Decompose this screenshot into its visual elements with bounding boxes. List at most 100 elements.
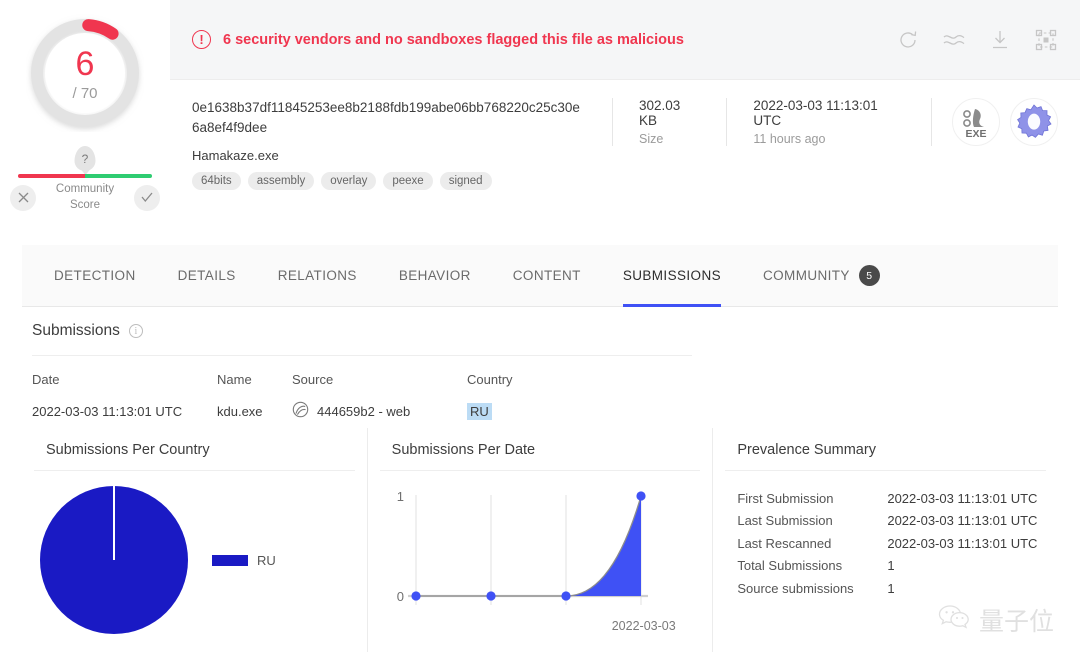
tab-submissions[interactable]: SUBMISSIONS	[622, 245, 722, 307]
file-tag[interactable]: assembly	[247, 171, 315, 190]
pie-chart-title: Submissions Per Country	[46, 442, 210, 458]
tab-detection[interactable]: DETECTION	[54, 245, 136, 307]
country-value: RU	[467, 402, 492, 420]
x-tick-label: 2022-03-03	[611, 619, 676, 633]
file-tag[interactable]: peexe	[383, 171, 433, 190]
file-size-col: 302.03 KB Size	[639, 98, 726, 146]
pie-legend: RU	[212, 553, 276, 568]
file-date-value: 2022-03-03 11:13:01 UTC	[753, 98, 878, 128]
file-tag[interactable]: 64bits	[192, 171, 241, 190]
similar-icon[interactable]	[942, 28, 966, 52]
virustotal-file-report: 6 / 70 ? Community Score ! 6 security ve…	[0, 0, 1080, 652]
submissions-table: Date Name Source Country 2022-03-03 11:1…	[32, 355, 692, 424]
detection-total: / 70	[72, 84, 98, 102]
source-globe-icon	[292, 401, 309, 421]
community-count-badge: 5	[858, 265, 880, 286]
prevalence-value: 2022-03-03 11:13:01 UTC	[887, 490, 1038, 506]
exclamation-circle-icon: !	[192, 30, 211, 49]
list-item: First Submission 2022-03-03 11:13:01 UTC	[737, 487, 1046, 510]
submissions-section-title: Submissions i	[32, 322, 143, 340]
file-tag-list: 64bits assembly overlay peexe signed	[192, 171, 584, 190]
legend-label-ru: RU	[257, 552, 276, 568]
column-header-name: Name	[217, 371, 252, 387]
exe-file-icon: EXE	[952, 98, 1000, 146]
prevalence-key: Total Submissions	[737, 558, 843, 574]
svg-text:EXE: EXE	[965, 128, 986, 140]
tab-community[interactable]: COMMUNITY 5	[763, 245, 880, 307]
tab-details[interactable]: DETAILS	[178, 245, 236, 307]
prevalence-value: 1	[887, 580, 895, 596]
detection-count: 6	[75, 44, 95, 83]
tab-content[interactable]: CONTENT	[513, 245, 581, 307]
list-item: Source submissions 1	[737, 577, 1046, 600]
community-score-bar-positive	[85, 174, 152, 178]
table-header-row: Date Name Source Country	[32, 366, 692, 392]
cell-date: 2022-03-03 11:13:01 UTC	[32, 403, 183, 419]
check-icon[interactable]	[134, 184, 160, 211]
y-tick-1: 1	[396, 489, 403, 504]
list-item: Last Rescanned 2022-03-03 11:13:01 UTC	[737, 532, 1046, 555]
file-detail-pane: ! 6 security vendors and no sandboxes fl…	[170, 0, 1080, 228]
report-tab-bar: DETECTION DETAILS RELATIONS BEHAVIOR CON…	[22, 245, 1058, 307]
file-identity-block: 0e1638b37df11845253ee8b2188fdb199abe06bb…	[192, 98, 584, 190]
prevalence-value: 2022-03-03 11:13:01 UTC	[887, 535, 1038, 551]
file-info-row: 0e1638b37df11845253ee8b2188fdb199abe06bb…	[170, 80, 1080, 228]
area-chart: 1 0 2022-03-03	[386, 479, 676, 639]
charts-row: Submissions Per Country RU Submissions P…	[22, 428, 1058, 652]
cell-country: RU	[467, 402, 587, 420]
tab-behavior[interactable]: BEHAVIOR	[399, 245, 471, 307]
prevalence-table: First Submission 2022-03-03 11:13:01 UTC…	[725, 487, 1046, 600]
file-tag[interactable]: overlay	[321, 171, 377, 190]
community-score-bar	[18, 174, 152, 178]
prevalence-key: First Submission	[737, 490, 834, 506]
graph-icon[interactable]	[1034, 28, 1058, 52]
cell-source: 444659b2 - web	[292, 401, 467, 421]
divider	[725, 470, 1047, 471]
alert-action-group	[896, 28, 1058, 52]
area-chart-title: Submissions Per Date	[391, 442, 536, 458]
file-name: Hamakaze.exe	[192, 147, 279, 163]
file-meta-block: 302.03 KB Size 2022-03-03 11:13:01 UTC 1…	[612, 98, 931, 146]
close-icon[interactable]	[10, 184, 36, 211]
tab-relations[interactable]: RELATIONS	[278, 245, 357, 307]
pie-chart-body: RU	[34, 471, 355, 641]
submissions-per-date-panel: Submissions Per Date 1 0 2022-03-03	[366, 428, 713, 652]
alert-message: 6 security vendors and no sandboxes flag…	[223, 31, 684, 48]
y-tick-0: 0	[396, 589, 403, 604]
prevalence-value: 1	[887, 558, 895, 574]
table-row: 2022-03-03 11:13:01 UTC kdu.exe 444659b2…	[32, 398, 692, 424]
cell-name: kdu.exe	[217, 403, 263, 419]
detection-score-pane: 6 / 70 ? Community Score	[0, 0, 170, 228]
file-date-relative: 11 hours ago	[753, 132, 826, 146]
column-header-country: Country	[467, 371, 513, 387]
list-item: Total Submissions 1	[737, 555, 1046, 578]
area-chart-body: 1 0 2022-03-03	[380, 471, 701, 639]
file-date-col: 2022-03-03 11:13:01 UTC 11 hours ago	[726, 98, 931, 146]
file-hash: 0e1638b37df11845253ee8b2188fdb199abe06bb…	[192, 100, 580, 136]
column-header-source: Source	[292, 371, 334, 387]
community-score-bar-negative	[18, 174, 85, 178]
file-size-label: Size	[639, 132, 664, 146]
submissions-per-country-panel: Submissions Per Country RU	[22, 428, 367, 652]
community-score-marker: ?	[74, 146, 96, 171]
community-score-label: Community Score	[55, 183, 115, 211]
prevalence-key: Last Submission	[737, 513, 833, 529]
community-score-widget: ? Community Score	[10, 146, 160, 212]
download-icon[interactable]	[988, 28, 1012, 52]
info-icon[interactable]: i	[128, 324, 143, 338]
prevalence-value: 2022-03-03 11:13:01 UTC	[887, 513, 1038, 529]
file-size-value: 302.03 KB	[639, 98, 681, 128]
prevalence-key: Source submissions	[737, 580, 854, 596]
column-header-date: Date	[32, 371, 60, 387]
file-tag[interactable]: signed	[439, 171, 492, 190]
detection-ratio-ring: 6 / 70	[26, 14, 144, 132]
legend-swatch-ru	[212, 554, 248, 566]
file-type-icons: EXE	[931, 98, 1058, 146]
reanalyze-icon[interactable]	[896, 28, 920, 52]
prevalence-title: Prevalence Summary	[737, 442, 876, 458]
source-label: 444659b2 - web	[317, 403, 411, 419]
prevalence-key: Last Rescanned	[737, 535, 832, 551]
file-summary-card: 6 / 70 ? Community Score ! 6 security ve…	[0, 0, 1080, 228]
list-item: Last Submission 2022-03-03 11:13:01 UTC	[737, 510, 1046, 533]
pie-chart	[40, 486, 188, 634]
